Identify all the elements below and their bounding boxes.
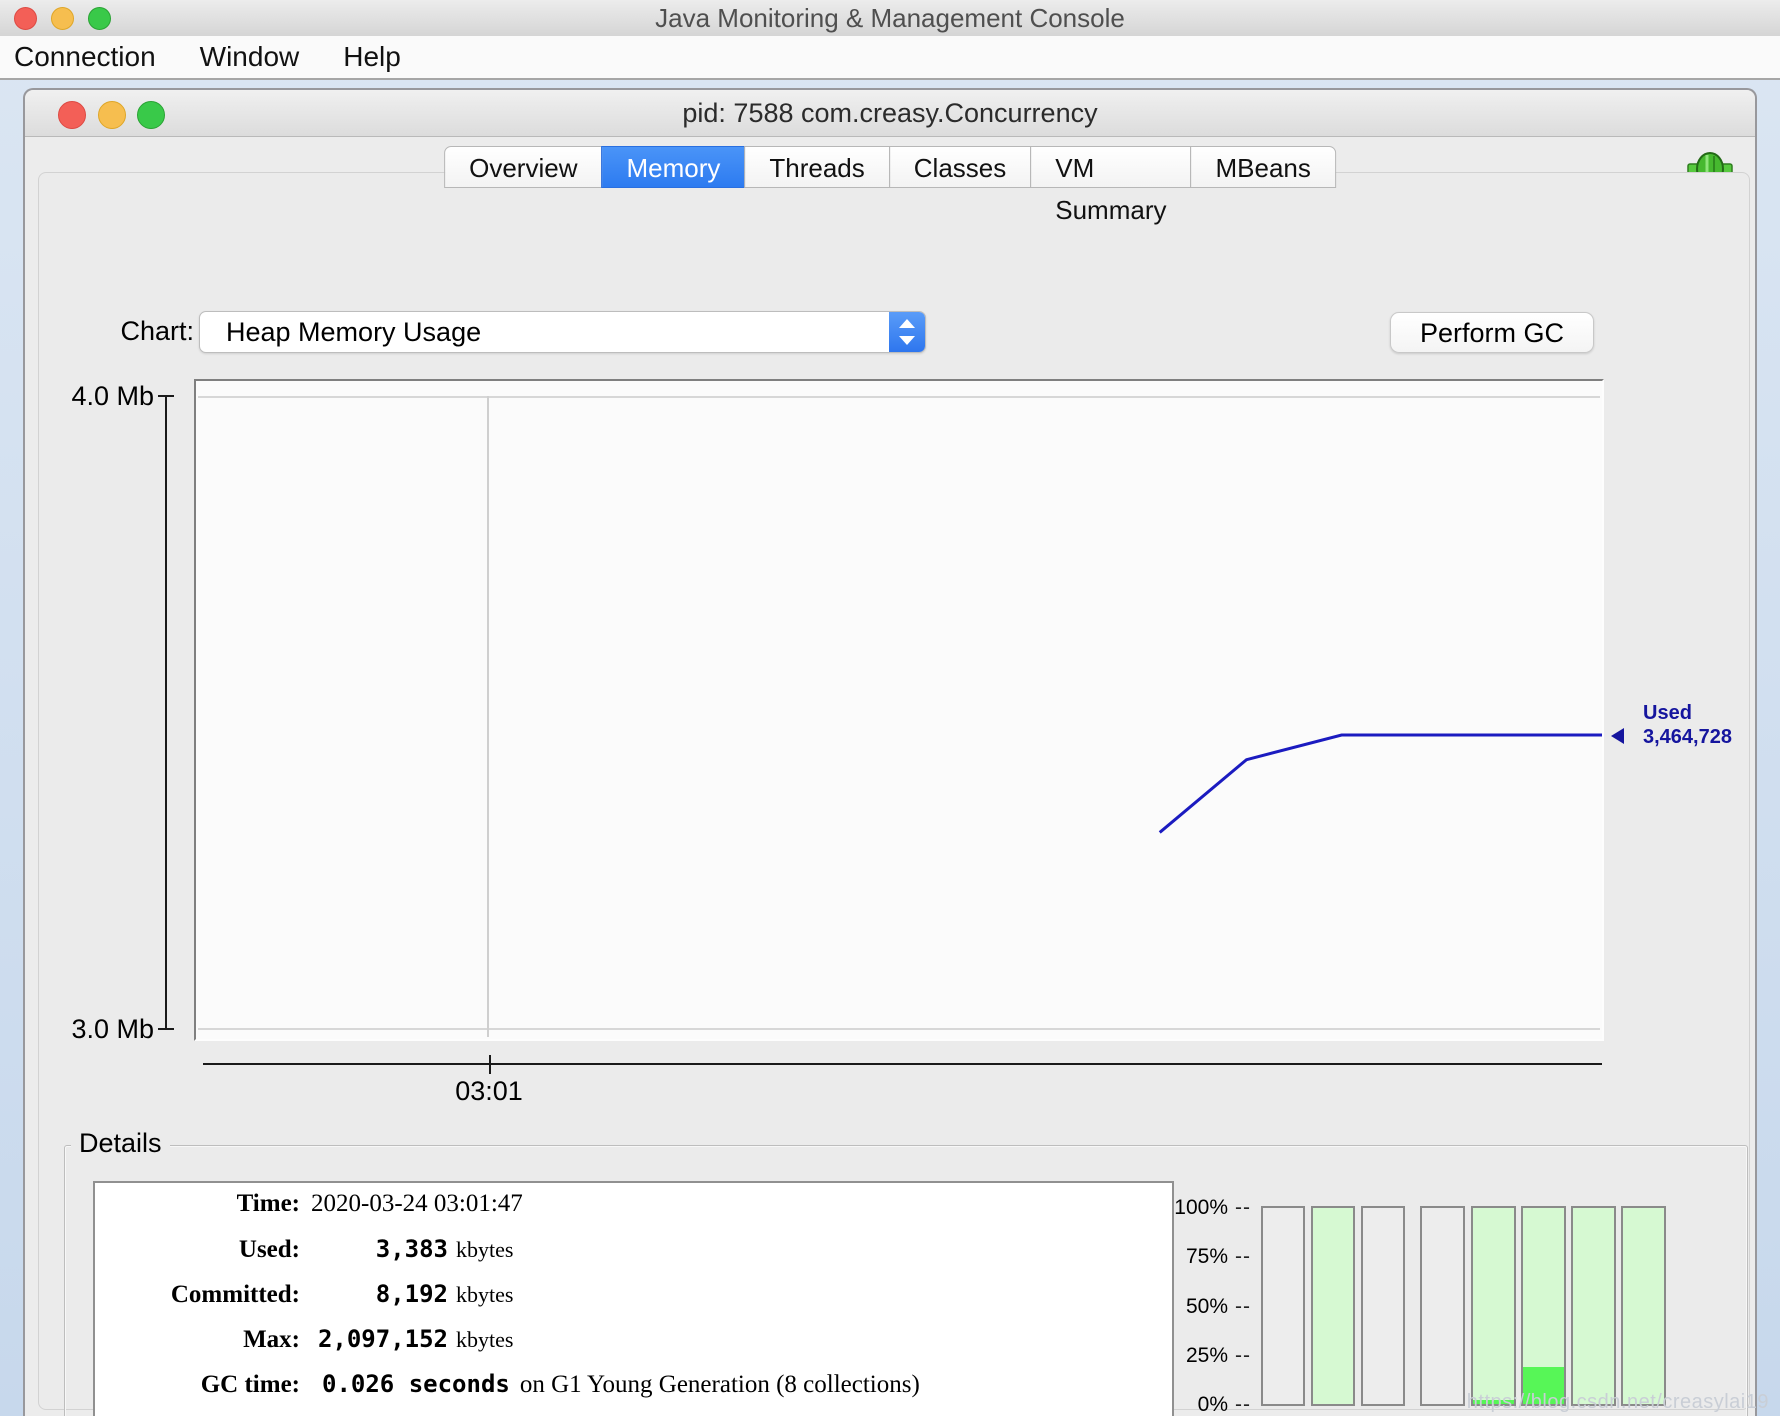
details-row-unit: kbytes (456, 1280, 513, 1310)
heap-pool-bar-1 (1261, 1206, 1305, 1406)
details-row-label: GC time: (95, 1370, 300, 1400)
y-axis-line (165, 396, 167, 1029)
percent-value: 50% (1186, 1295, 1228, 1319)
percent-tick-dashes: -- (1235, 1196, 1251, 1220)
percent-axis-label: 75% -- (1103, 1245, 1251, 1269)
memory-usage-chart (194, 379, 1604, 1041)
details-panel: Time: 2020-03-24 03:01:47 Used: 3,383 kbytes… (93, 1181, 1174, 1416)
details-row-label: Used: (95, 1235, 300, 1265)
outer-window-titlebar: Java Monitoring & Management Console (0, 0, 1780, 37)
details-row: Committed: 8,192 kbytes (95, 1279, 1172, 1324)
chart-combobox-label: Chart: (104, 316, 194, 347)
committed-fill (1473, 1208, 1514, 1404)
perform-gc-button[interactable]: Perform GC (1390, 312, 1594, 353)
details-row-label: Committed: (95, 1280, 300, 1310)
percent-value: 100% (1174, 1196, 1228, 1220)
tab-memory[interactable]: Memory (601, 146, 745, 188)
tab-classes[interactable]: Classes (889, 146, 1031, 188)
chevron-up-down-icon[interactable] (889, 312, 925, 352)
menu-item-window[interactable]: Window (200, 41, 300, 73)
app-window-titlebar: pid: 7588 com.creasy.Concurrency (25, 90, 1755, 137)
percent-value: 25% (1186, 1344, 1228, 1368)
heap-pool-bar-3 (1361, 1206, 1405, 1406)
tab-bar: OverviewMemoryThreadsClassesVM SummaryMB… (444, 146, 1336, 188)
used-annotation-label: Used (1643, 701, 1732, 725)
percent-tick-dashes: -- (1235, 1245, 1251, 1269)
menu-item-connection[interactable]: Connection (14, 41, 156, 73)
non-heap-pool-bar-3 (1521, 1206, 1566, 1406)
non-heap-pool-bar-5 (1621, 1206, 1666, 1406)
details-row-number: 3,383 (310, 1234, 448, 1264)
y-axis-top-label: 4.0 Mb (44, 381, 154, 412)
y-axis-bottom-label: 3.0 Mb (44, 1014, 154, 1045)
non-heap-pool-bar-4 (1571, 1206, 1616, 1406)
x-axis-tick-label: 03:01 (424, 1076, 554, 1107)
used-annotation-value: 3,464,728 (1643, 725, 1732, 749)
y-axis-bottom-tick (158, 1028, 174, 1030)
committed-fill (1313, 1208, 1353, 1404)
non-heap-pool-bar-1 (1420, 1206, 1465, 1406)
percent-tick-dashes: -- (1235, 1393, 1251, 1416)
desktop: Java Monitoring & Management Console Con… (0, 0, 1780, 1416)
details-row-number: 8,192 (310, 1279, 448, 1309)
x-axis-tick (489, 1055, 491, 1074)
chart-combobox-value: Heap Memory Usage (226, 312, 481, 352)
menu-bar: Connection Window Help (0, 36, 1780, 80)
details-row-label: Time: (95, 1189, 300, 1219)
percent-axis-label: 0% -- (1103, 1393, 1251, 1416)
details-row-unit: kbytes (456, 1235, 513, 1265)
percent-tick-dashes: -- (1235, 1344, 1251, 1368)
details-row-unit: kbytes (456, 1325, 513, 1355)
tab-mbeans[interactable]: MBeans (1190, 146, 1335, 188)
details-row: Used: 3,383 kbytes (95, 1234, 1172, 1279)
committed-fill (1573, 1208, 1614, 1404)
series-used (1160, 735, 1602, 832)
tab-vm-summary[interactable]: VM Summary (1030, 146, 1191, 188)
committed-fill (1623, 1208, 1664, 1404)
details-row-gc-seconds: 0.026 seconds (322, 1369, 510, 1399)
non-heap-pool-bar-2 (1471, 1206, 1516, 1406)
percent-value: 0% (1198, 1393, 1228, 1416)
details-legend: Details (71, 1128, 170, 1159)
details-row-gc-generation: on G1 Young Generation (8 collections) (520, 1370, 920, 1400)
percent-axis-label: 50% -- (1103, 1295, 1251, 1319)
details-row-value: 2020-03-24 03:01:47 (311, 1189, 523, 1219)
heap-pool-bar-2 (1311, 1206, 1355, 1406)
used-marker-icon (1611, 728, 1624, 744)
y-axis-top-tick (158, 395, 174, 397)
app-window-title: pid: 7588 com.creasy.Concurrency (25, 90, 1755, 136)
watermark: https://blog.csdn.net/creasylai19 (1467, 1391, 1769, 1414)
outer-window-title: Java Monitoring & Management Console (0, 0, 1780, 36)
tab-threads[interactable]: Threads (744, 146, 889, 188)
used-memory-line (196, 381, 1602, 1039)
percent-axis-label: 25% -- (1103, 1344, 1251, 1368)
details-row: GC time: 0.026 seconds on G1 Young Generat… (95, 1369, 1172, 1414)
chart-combobox[interactable]: Heap Memory Usage (199, 311, 926, 353)
app-window: pid: 7588 com.creasy.Concurrency Overvie… (23, 88, 1757, 1416)
details-row: Max: 2,097,152 kbytes (95, 1324, 1172, 1369)
menu-item-help[interactable]: Help (343, 41, 401, 73)
used-annotation: Used 3,464,728 (1643, 701, 1732, 749)
percent-value: 75% (1186, 1245, 1228, 1269)
x-axis-line (203, 1063, 1602, 1065)
details-row-number: 2,097,152 (310, 1324, 448, 1354)
percent-tick-dashes: -- (1235, 1295, 1251, 1319)
percent-axis-label: 100% -- (1103, 1196, 1251, 1220)
memory-tab-panel: Chart: Heap Memory Usage Perform GC 4.0 … (38, 172, 1750, 1410)
details-row: Time: 2020-03-24 03:01:47 (95, 1189, 1172, 1234)
details-row-label: Max: (95, 1325, 300, 1355)
tab-overview[interactable]: Overview (444, 146, 602, 188)
